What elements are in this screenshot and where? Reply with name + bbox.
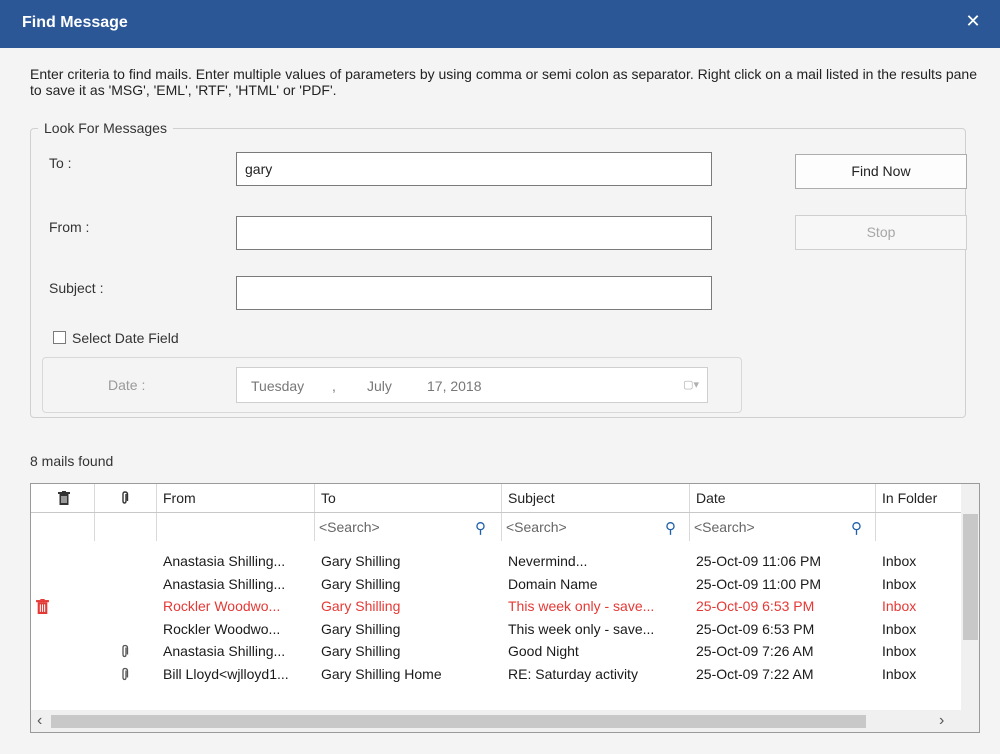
to-input[interactable]: gary (236, 152, 712, 186)
cell-subject: Domain Name (508, 575, 598, 592)
cell-folder: Inbox (882, 598, 917, 614)
results-count: 8 mails found (30, 453, 114, 469)
cell-to: Gary Shilling (321, 553, 401, 569)
trash-icon (58, 491, 70, 505)
cell-from: Anastasia Shilling... (163, 553, 286, 569)
scroll-left-arrow[interactable]: ‹ (37, 712, 42, 730)
cell-to: Gary Shilling (321, 643, 401, 659)
cell-from: Anastasia Shilling... (163, 575, 286, 592)
horizontal-scrollbar[interactable]: ‹ › (31, 710, 979, 732)
select-date-label: Select Date Field (72, 330, 179, 346)
cell-subject: RE: Saturday activity (508, 665, 638, 682)
col-header-attachment[interactable] (95, 484, 157, 512)
search-icon[interactable]: ⚲ (475, 515, 486, 543)
vertical-scroll-thumb[interactable] (963, 514, 978, 640)
col-header-deleted[interactable] (31, 484, 95, 512)
col-header-date[interactable]: Date (690, 484, 876, 512)
trash-icon (36, 599, 49, 614)
cell-from: Anastasia Shilling... (163, 643, 286, 659)
cell-folder: Inbox (882, 553, 917, 569)
col-header-folder[interactable]: In Folder (876, 484, 961, 512)
search-to-input[interactable]: <Search> ⚲ (315, 513, 502, 541)
cell-from: Bill Lloyd<wjlloyd1... (163, 665, 289, 682)
cell-from: Rockler Woodwo... (163, 620, 281, 637)
cell-to: Gary Shilling Home (321, 665, 442, 682)
cell-date: 25-Oct-09 7:26 AM (696, 643, 814, 659)
search-subject-placeholder: <Search> (506, 519, 567, 535)
select-date-checkbox[interactable] (53, 331, 66, 344)
search-subject-input[interactable]: <Search> ⚲ (502, 513, 690, 541)
cell-subject: This week only - save... (508, 620, 655, 637)
vertical-scrollbar[interactable] (961, 484, 979, 710)
subject-input[interactable] (236, 276, 712, 310)
find-message-window: Find Message ✕ Enter criteria to find ma… (0, 0, 1000, 754)
calendar-dropdown-icon[interactable]: ▢▾ (683, 378, 699, 391)
paperclip-icon (122, 644, 129, 658)
cell-date: 25-Oct-09 11:06 PM (696, 553, 822, 569)
search-icon[interactable]: ⚲ (851, 515, 862, 543)
search-icon[interactable]: ⚲ (665, 515, 676, 543)
close-icon[interactable]: ✕ (960, 8, 986, 34)
search-date-placeholder: <Search> (694, 519, 755, 535)
instructions-text: Enter criteria to find mails. Enter mult… (30, 66, 977, 98)
titlebar: Find Message ✕ (0, 0, 1000, 48)
cell-folder: Inbox (882, 665, 917, 682)
date-month: July (367, 378, 392, 394)
window-title: Find Message (22, 14, 128, 31)
search-cell-from (157, 513, 315, 541)
search-date-input[interactable]: <Search> ⚲ (690, 513, 876, 541)
paperclip-icon (122, 491, 129, 504)
date-weekday: Tuesday (251, 378, 305, 394)
cell-to: Gary Shilling (321, 575, 401, 592)
group-legend: Look For Messages (38, 120, 173, 136)
cell-folder: Inbox (882, 575, 917, 592)
cell-to: Gary Shilling (321, 620, 401, 637)
cell-date: 25-Oct-09 7:22 AM (696, 665, 814, 682)
paperclip-icon (122, 667, 129, 680)
subject-label: Subject : (49, 280, 104, 296)
date-day-year: 17, 2018 (427, 378, 482, 394)
col-header-from[interactable]: From (157, 484, 315, 512)
search-to-placeholder: <Search> (319, 519, 380, 535)
cell-folder: Inbox (882, 643, 917, 659)
horizontal-scroll-thumb[interactable] (51, 715, 866, 728)
search-cell-attachment (95, 513, 157, 541)
from-label: From : (49, 219, 90, 235)
table-row[interactable]: Anastasia Shilling... Gary Shilling Good N… (31, 640, 961, 663)
cell-subject: Nevermind... (508, 553, 588, 569)
date-separator: , (332, 378, 336, 394)
cell-date: 25-Oct-09 11:00 PM (696, 575, 822, 592)
search-row: <Search> ⚲ <Search> ⚲ <Search> ⚲ (31, 513, 961, 541)
cell-date: 25-Oct-09 6:53 PM (696, 620, 815, 637)
table-row[interactable]: Bill Lloyd<wjlloyd1... Gary Shilling Home… (31, 663, 961, 686)
cell-from: Rockler Woodwo... (163, 598, 281, 614)
results-grid: From To Subject Date In Folder <Search> … (30, 483, 980, 733)
table-row[interactable]: Rockler Woodwo... Gary Shilling This week … (31, 618, 961, 641)
find-now-button[interactable]: Find Now (795, 154, 967, 189)
search-cell-folder (876, 513, 961, 541)
col-header-subject[interactable]: Subject (502, 484, 690, 512)
cell-date: 25-Oct-09 6:53 PM (696, 598, 815, 614)
table-row[interactable]: Anastasia Shilling... Gary Shilling Domain… (31, 573, 961, 596)
search-cell-deleted (31, 513, 95, 541)
stop-button[interactable]: Stop (795, 215, 967, 250)
cell-subject: Good Night (508, 643, 579, 659)
cell-to: Gary Shilling (321, 598, 401, 614)
cell-folder: Inbox (882, 620, 917, 637)
scroll-right-arrow[interactable]: › (939, 712, 944, 730)
table-row[interactable]: Anastasia Shilling... Gary Shilling Neverm… (31, 550, 961, 573)
from-input[interactable] (236, 216, 712, 250)
to-label: To : (49, 155, 72, 171)
cell-subject: This week only - save... (508, 598, 655, 614)
date-label: Date : (108, 377, 146, 393)
date-picker[interactable]: Tuesday , July 17, 2018 ▢▾ (236, 367, 708, 403)
table-row[interactable]: Rockler Woodwo... Gary Shilling This week … (31, 595, 961, 618)
col-header-to[interactable]: To (315, 484, 502, 512)
